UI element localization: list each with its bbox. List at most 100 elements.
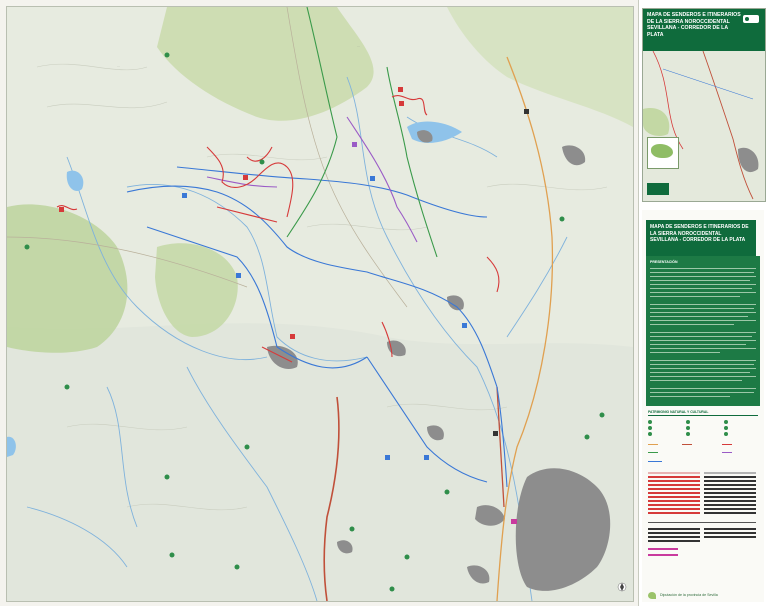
route-table-row[interactable] <box>704 480 756 482</box>
route-table-row[interactable] <box>648 508 700 510</box>
route-table-row[interactable] <box>704 496 756 498</box>
presentation-section: PRESENTACIÓN <box>646 256 760 406</box>
trail-marker-icon[interactable] <box>524 109 529 114</box>
viewpoint-icon[interactable] <box>559 216 565 222</box>
legend-heading: PATRIMONIO NATURAL Y CULTURAL <box>648 410 709 414</box>
text-line <box>650 284 756 285</box>
viewpoint-icon[interactable] <box>169 552 175 558</box>
route-table-row[interactable] <box>704 536 756 538</box>
text-line <box>650 308 754 309</box>
route-table-row[interactable] <box>648 480 700 482</box>
legend-route-line <box>722 444 732 446</box>
trail-marker-icon[interactable] <box>370 176 375 181</box>
text-line <box>650 304 756 305</box>
text-line <box>650 364 754 365</box>
trail-marker-icon[interactable] <box>59 207 64 212</box>
text-line <box>650 296 740 297</box>
route-table-row[interactable] <box>704 488 756 490</box>
route-table-row[interactable] <box>648 540 700 542</box>
trail-marker-icon[interactable] <box>511 519 517 524</box>
route-table-row[interactable] <box>648 504 700 506</box>
route-table-row[interactable] <box>648 554 678 556</box>
cover-thumbnail[interactable]: MAPA DE SENDEROS E ITINERARIOS DE LA SIE… <box>642 8 766 202</box>
route-table-row[interactable] <box>648 512 700 514</box>
route-table-row[interactable] <box>704 504 756 506</box>
viewpoint-icon[interactable] <box>244 444 250 450</box>
route-table-row[interactable] <box>648 536 700 538</box>
route-table-row[interactable] <box>648 476 700 478</box>
legend-road-line <box>648 444 658 446</box>
route-table-row[interactable] <box>704 476 756 478</box>
trail-marker-icon[interactable] <box>399 101 404 106</box>
route-table-row[interactable] <box>648 488 700 490</box>
text-line <box>650 324 734 325</box>
main-map[interactable]: ··· ··· <box>6 6 634 602</box>
legend-symbol-icon <box>724 426 728 430</box>
info-title: MAPA DE SENDEROS E ITINERARIOS DE LA SIE… <box>650 224 749 244</box>
viewpoint-icon[interactable] <box>234 564 240 570</box>
presentation-heading: PRESENTACIÓN <box>650 260 678 264</box>
viewpoint-icon[interactable] <box>259 159 265 165</box>
legend-symbol-icon <box>648 432 652 436</box>
text-line <box>650 288 752 289</box>
text-line <box>650 352 720 353</box>
route-table-row[interactable] <box>648 528 700 530</box>
viewpoint-icon[interactable] <box>599 412 605 418</box>
text-line <box>650 392 754 393</box>
route-table-row[interactable] <box>648 548 678 550</box>
route-table-row[interactable] <box>648 492 700 494</box>
text-line <box>650 320 756 321</box>
route-table-row[interactable] <box>648 496 700 498</box>
route-table-row[interactable] <box>704 512 756 514</box>
route-table-row[interactable] <box>704 500 756 502</box>
trail-marker-icon[interactable] <box>385 455 390 460</box>
legend-route-line <box>722 452 732 454</box>
cover-header: MAPA DE SENDEROS E ITINERARIOS DE LA SIE… <box>643 9 765 51</box>
table-divider <box>648 522 756 523</box>
viewpoint-icon[interactable] <box>444 489 450 495</box>
route-table-row[interactable] <box>704 492 756 494</box>
legend-symbol-icon <box>648 420 652 424</box>
viewpoint-icon[interactable] <box>349 526 355 532</box>
route-table-row[interactable] <box>704 484 756 486</box>
viewpoint-icon[interactable] <box>164 52 170 58</box>
route-table-row[interactable] <box>648 500 700 502</box>
legend-symbol-icon <box>686 420 690 424</box>
cover-locator-map <box>647 137 679 169</box>
text-line <box>650 360 756 361</box>
trail-marker-icon[interactable] <box>398 87 403 92</box>
route-table-row[interactable] <box>648 532 700 534</box>
route-table-row[interactable] <box>704 528 756 530</box>
text-line <box>650 272 754 273</box>
trail-marker-icon[interactable] <box>182 193 187 198</box>
trail-marker-icon[interactable] <box>424 455 429 460</box>
route-table-row[interactable] <box>704 472 756 474</box>
text-line <box>650 276 756 277</box>
info-panel: MAPA DE SENDEROS E ITINERARIOS DE LA SIE… <box>642 210 764 602</box>
viewpoint-icon[interactable] <box>584 434 590 440</box>
trail-marker-icon[interactable] <box>290 334 295 339</box>
text-line <box>650 336 752 337</box>
trail-marker-icon[interactable] <box>236 273 241 278</box>
legend-symbol-icon <box>724 432 728 436</box>
route-table-row[interactable] <box>648 472 700 474</box>
route-table-row[interactable] <box>704 532 756 534</box>
viewpoint-icon[interactable] <box>389 586 395 592</box>
viewpoint-icon[interactable] <box>24 244 30 250</box>
info-header: MAPA DE SENDEROS E ITINERARIOS DE LA SIE… <box>646 220 756 256</box>
text-line <box>650 344 746 345</box>
publisher-logo-icon <box>743 15 759 23</box>
viewpoint-icon[interactable] <box>64 384 70 390</box>
route-table-row[interactable] <box>648 484 700 486</box>
text-line <box>650 388 756 389</box>
text-line <box>650 340 756 341</box>
viewpoint-icon[interactable] <box>164 474 170 480</box>
legend-route-line <box>648 452 658 454</box>
text-line <box>650 292 756 293</box>
viewpoint-icon[interactable] <box>404 554 410 560</box>
trail-marker-icon[interactable] <box>352 142 357 147</box>
route-table-row[interactable] <box>704 508 756 510</box>
trail-marker-icon[interactable] <box>243 175 248 180</box>
trail-marker-icon[interactable] <box>493 431 498 436</box>
trail-marker-icon[interactable] <box>462 323 467 328</box>
